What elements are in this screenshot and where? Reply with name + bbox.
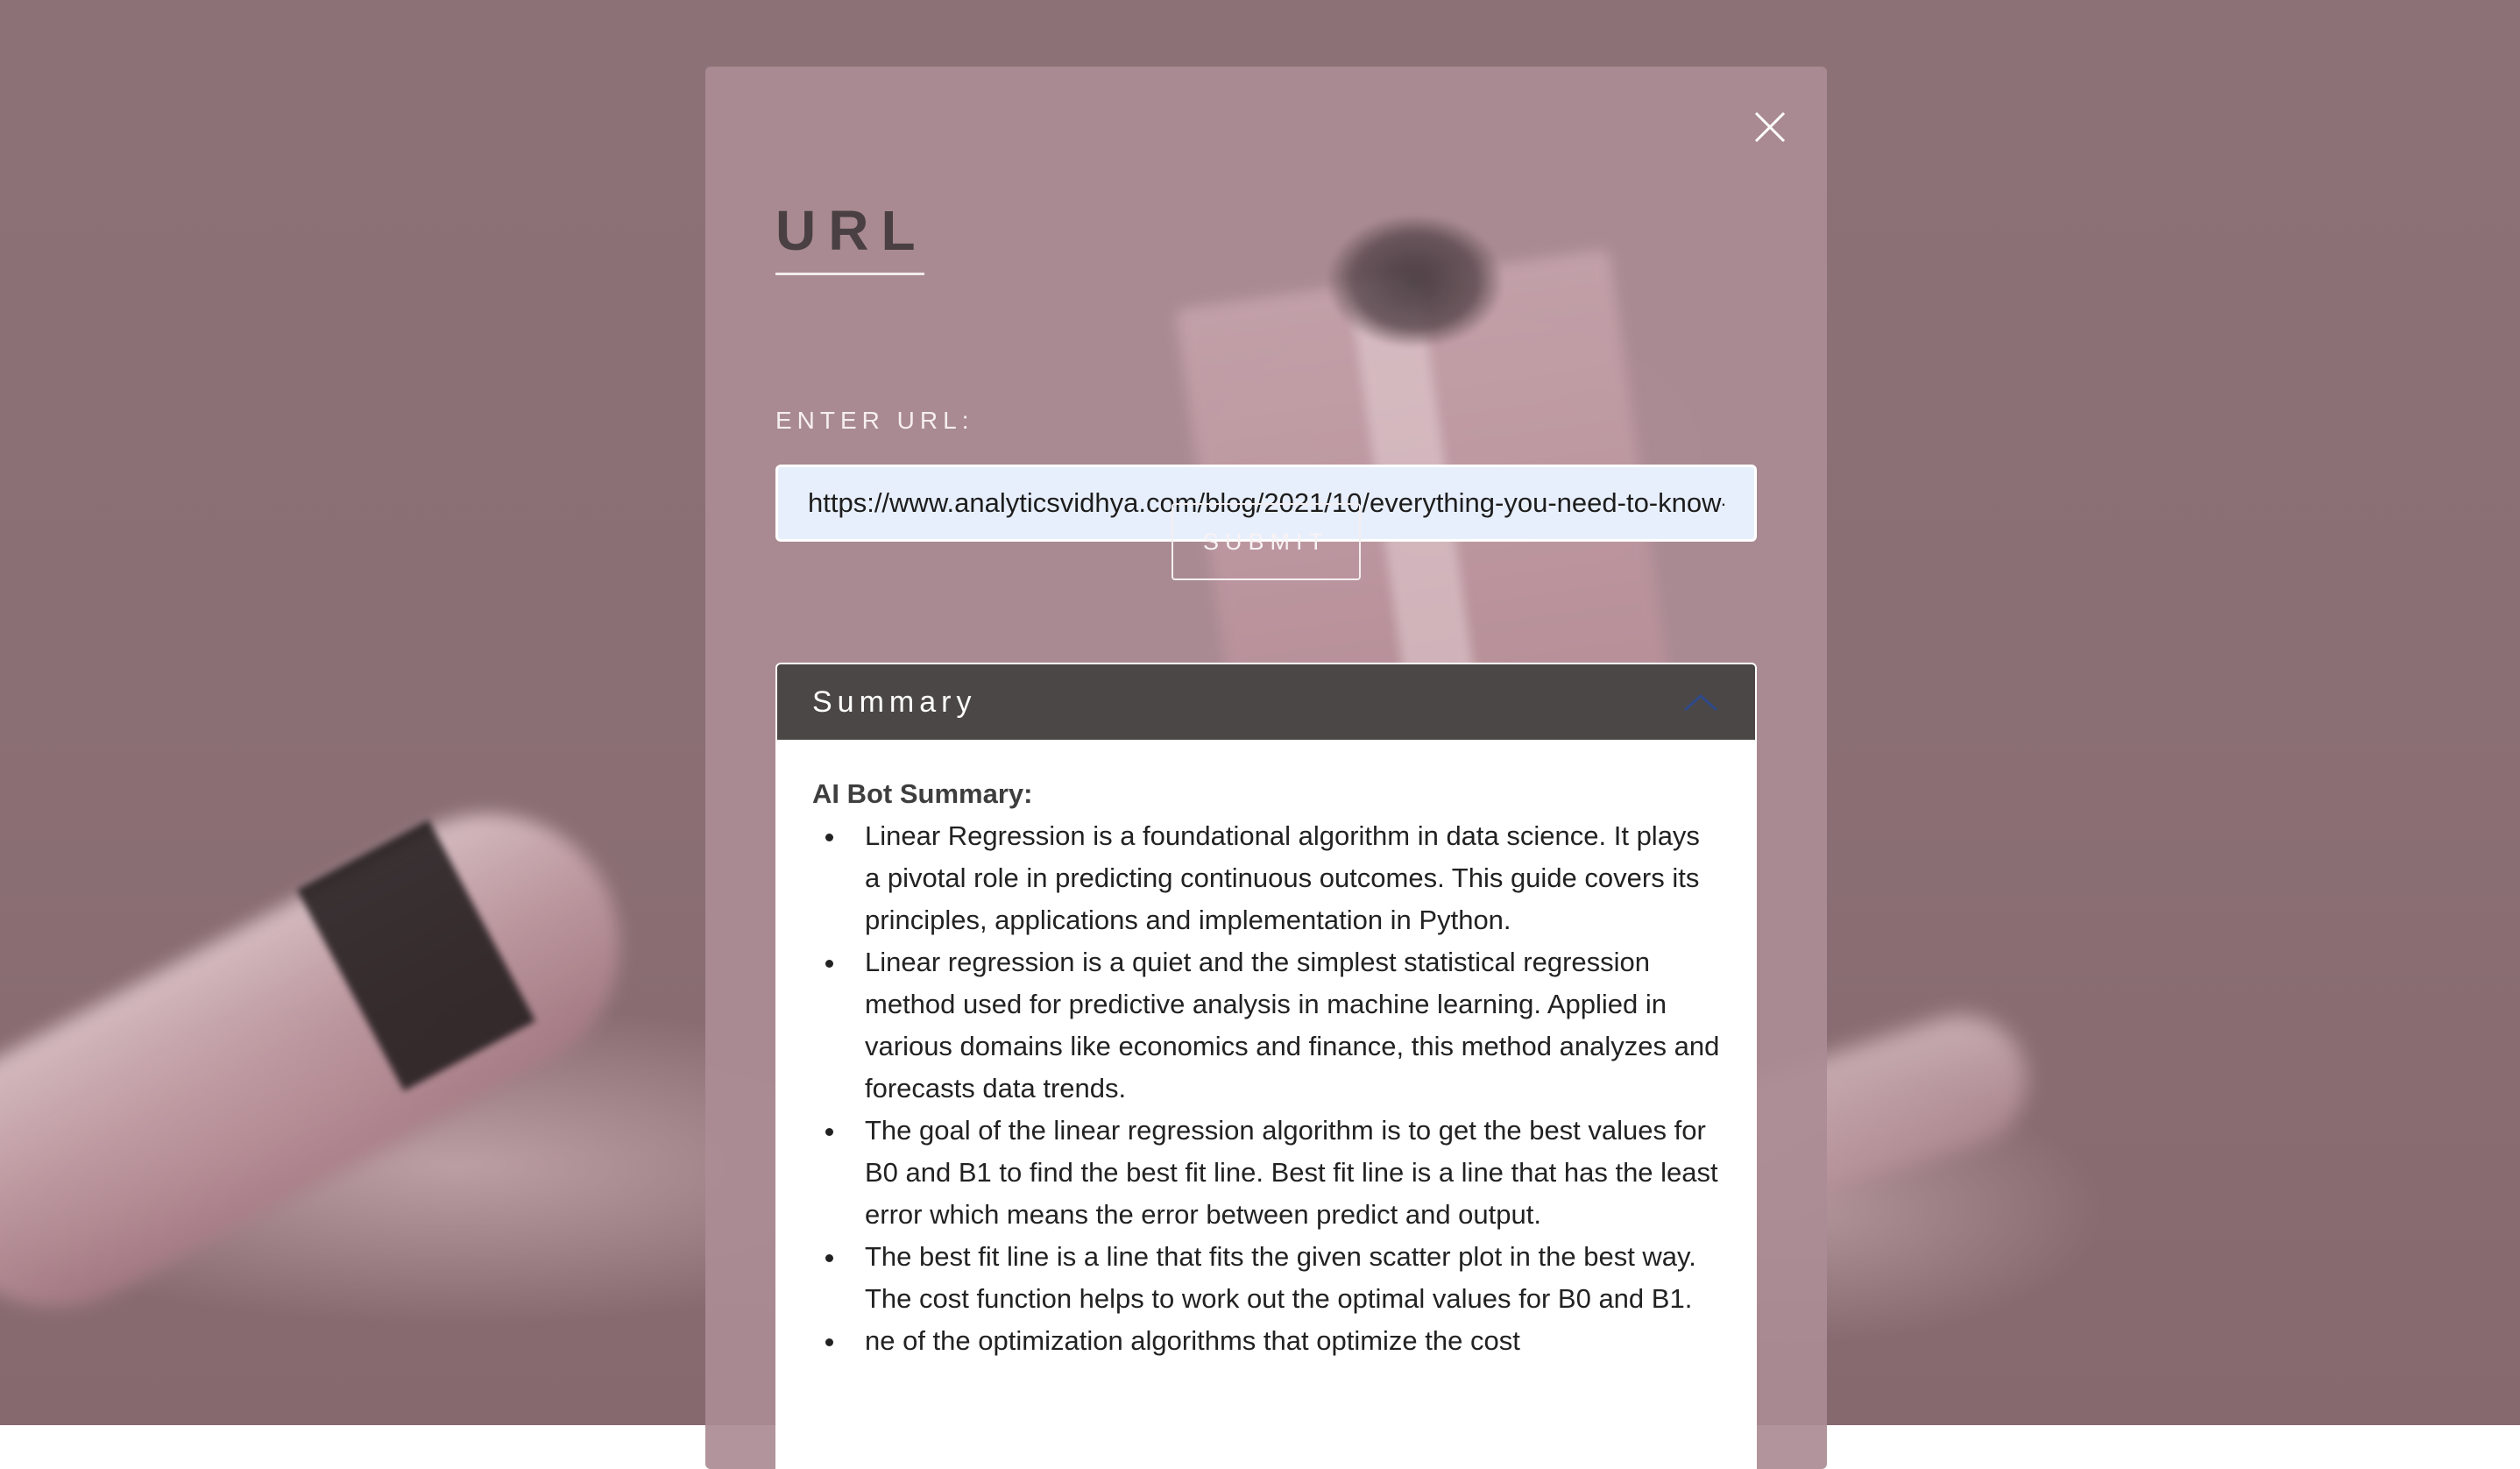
summary-accordion: Summary AI Bot Summary: Linear Regressio… (775, 663, 1757, 1469)
summary-point: ne of the optimization algorithms that o… (847, 1320, 1720, 1362)
close-button[interactable] (1748, 105, 1792, 149)
url-field-label: ENTER URL: (775, 407, 974, 434)
summary-accordion-header[interactable]: Summary (777, 664, 1755, 740)
modal-title: URL (775, 199, 928, 262)
url-modal: URL ENTER URL: SUBMIT Summary AI Bot Sum… (705, 67, 1827, 1469)
summary-point: The goal of the linear regression algori… (847, 1110, 1720, 1236)
ai-bot-summary-label: AI Bot Summary: (812, 778, 1033, 809)
summary-content: AI Bot Summary: Linear Regression is a f… (777, 740, 1755, 1362)
chevron-up-icon[interactable] (1681, 691, 1720, 713)
summary-point: Linear regression is a quiet and the sim… (847, 941, 1720, 1110)
summary-point: Linear Regression is a foundational algo… (847, 815, 1720, 941)
title-underline (775, 273, 924, 275)
close-icon (1754, 111, 1786, 143)
gift-bow-image (1327, 216, 1503, 347)
submit-button[interactable]: SUBMIT (1172, 503, 1361, 580)
summary-points-list: Linear Regression is a foundational algo… (812, 815, 1720, 1362)
summary-point: The best fit line is a line that fits th… (847, 1236, 1720, 1320)
background-decoration (0, 767, 667, 1354)
summary-title: Summary (812, 685, 977, 719)
